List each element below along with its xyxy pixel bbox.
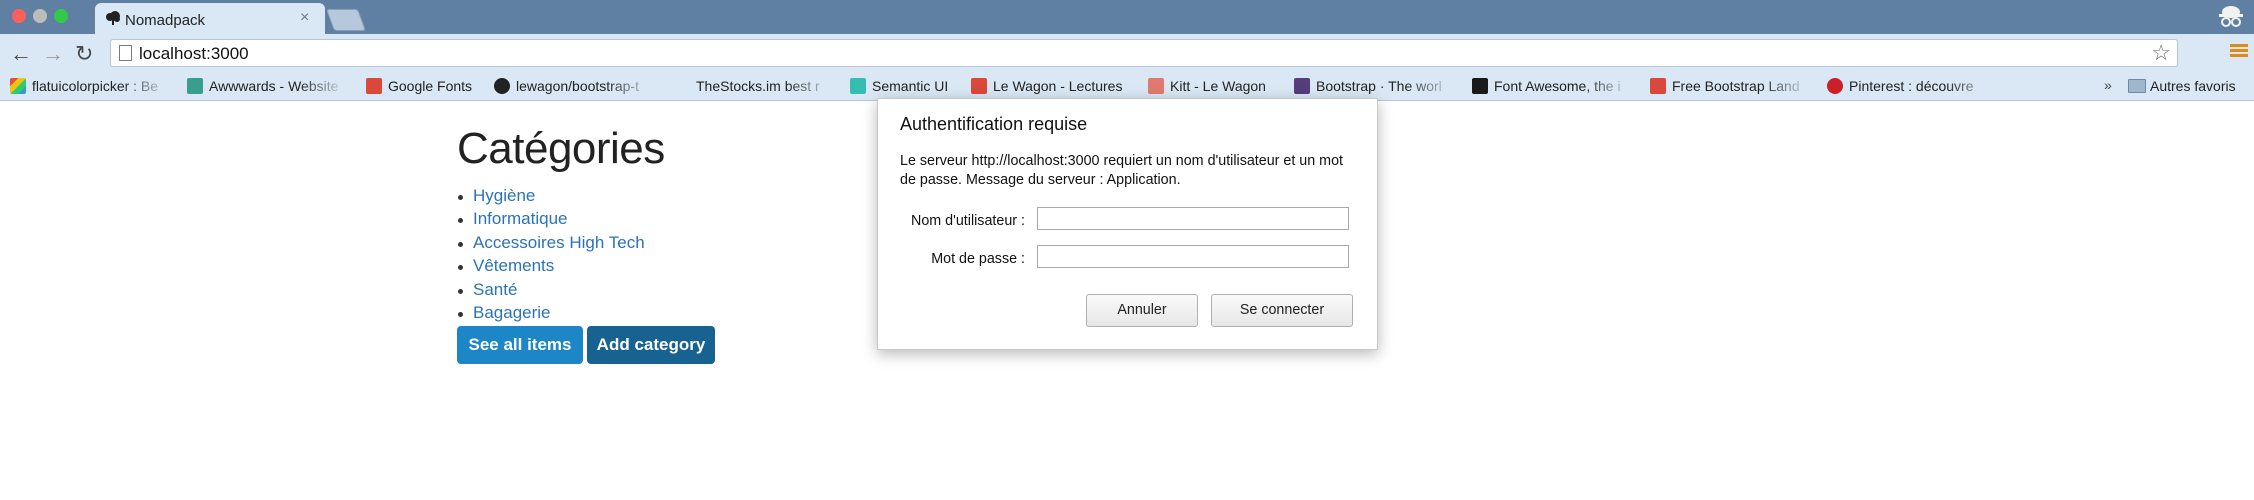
password-field[interactable] <box>1037 245 1349 268</box>
cancel-button[interactable]: Annuler <box>1086 294 1198 327</box>
username-label: Nom d'utilisateur : <box>911 213 1025 229</box>
auth-dialog: Authentification requise Le serveur http… <box>877 98 1378 350</box>
bookmark-label: Semantic UI <box>872 78 949 94</box>
new-tab-button[interactable] <box>325 9 367 31</box>
bookmark-label: Autres favoris <box>2150 78 2236 94</box>
forward-button[interactable]: → <box>42 41 64 67</box>
category-link[interactable]: Hygiène <box>473 186 535 205</box>
browser-toolbar: ← → ↻ localhost:3000 ☆ <box>0 34 2254 72</box>
add-category-button[interactable]: Add category <box>587 326 715 364</box>
reload-button[interactable]: ↻ <box>75 41 93 67</box>
close-window-button[interactable] <box>12 9 26 23</box>
bookmarks-bar: flatuicolorpicker : Be Awwwards - Websit… <box>0 72 2254 101</box>
password-label: Mot de passe : <box>931 251 1025 267</box>
flag-icon <box>1472 78 1488 94</box>
list-item: Informatique <box>457 209 645 232</box>
tab-strip: Nomadpack × <box>0 0 2254 34</box>
bookmark-favicon-icon <box>1650 78 1666 94</box>
list-item: Accessoires High Tech <box>457 233 645 256</box>
bookmark-kitt-le-wagon[interactable]: Kitt - Le Wagon <box>1148 76 1278 96</box>
bookmark-lewagon-bootstrap[interactable]: lewagon/bootstrap-t <box>494 76 654 96</box>
category-link[interactable]: Santé <box>473 280 517 299</box>
category-list: Hygiène Informatique Accessoires High Te… <box>457 186 645 326</box>
username-field[interactable] <box>1037 207 1349 230</box>
bookmark-label: Font Awesome, the i <box>1494 78 1621 94</box>
bookmark-thestocks[interactable]: TheStocks.im best r <box>674 76 834 96</box>
minimize-window-button[interactable] <box>33 9 47 23</box>
incognito-icon <box>2219 6 2243 27</box>
bookmark-label: Kitt - Le Wagon <box>1170 78 1266 94</box>
category-link[interactable]: Vêtements <box>473 256 554 275</box>
login-button[interactable]: Se connecter <box>1211 294 1353 327</box>
category-link[interactable]: Accessoires High Tech <box>473 233 645 252</box>
tab-close-icon[interactable]: × <box>300 9 309 27</box>
bookmark-favicon-icon <box>187 78 203 94</box>
bookmark-label: Pinterest : découvre <box>1849 78 1974 94</box>
bookmark-le-wagon-lectures[interactable]: Le Wagon - Lectures <box>971 76 1131 96</box>
zoom-window-button[interactable] <box>54 9 68 23</box>
bookmark-favicon-icon <box>971 78 987 94</box>
url-text[interactable]: localhost:3000 <box>139 44 249 64</box>
page-icon <box>119 45 132 61</box>
bookmark-label: Le Wagon - Lectures <box>993 78 1123 94</box>
category-link[interactable]: Informatique <box>473 209 568 228</box>
bookmark-label: Awwwards - Website <box>209 78 339 94</box>
bookmark-bootstrap[interactable]: Bootstrap · The worl <box>1294 76 1454 96</box>
bookmark-star-icon[interactable]: ☆ <box>2151 40 2171 66</box>
bookmark-favicon-icon <box>10 78 26 94</box>
category-link[interactable]: Bagagerie <box>473 303 551 322</box>
bookmark-font-awesome[interactable]: Font Awesome, the i <box>1472 76 1632 96</box>
bookmark-google-fonts[interactable]: Google Fonts <box>366 76 486 96</box>
bookmark-label: Google Fonts <box>388 78 473 94</box>
tab-nomadpack[interactable]: Nomadpack × <box>95 3 325 34</box>
bookmark-flatuicolorpicker[interactable]: flatuicolorpicker : Be <box>10 76 170 96</box>
list-item: Hygiène <box>457 186 645 209</box>
github-icon <box>494 78 510 94</box>
list-item: Vêtements <box>457 256 645 279</box>
bookmark-favicon-icon <box>1148 78 1164 94</box>
bookmark-label: TheStocks.im best r <box>696 78 820 94</box>
page-title: Catégories <box>457 124 665 173</box>
bookmark-label: lewagon/bootstrap-t <box>516 78 639 94</box>
back-button[interactable]: ← <box>10 41 32 67</box>
address-bar[interactable]: localhost:3000 ☆ <box>110 39 2178 67</box>
tab-title: Nomadpack <box>125 12 206 29</box>
chrome-menu-icon[interactable] <box>2230 44 2248 58</box>
see-all-items-button[interactable]: See all items <box>457 326 583 364</box>
other-bookmarks-folder[interactable]: Autres favoris <box>2128 76 2250 96</box>
bookmark-favicon-icon <box>850 78 866 94</box>
more-bookmarks-button[interactable]: » <box>2104 77 2112 93</box>
bookmark-label: Free Bootstrap Land <box>1672 78 1800 94</box>
bookmark-favicon-icon <box>366 78 382 94</box>
list-item: Santé <box>457 280 645 303</box>
bookmark-free-bootstrap[interactable]: Free Bootstrap Land <box>1650 76 1810 96</box>
bookmark-awwwards[interactable]: Awwwards - Website <box>187 76 347 96</box>
cloud-tree-icon <box>106 11 120 25</box>
bookmark-favicon-icon <box>1294 78 1310 94</box>
dialog-message: Le serveur http://localhost:3000 requier… <box>900 153 1344 188</box>
bookmark-label: Bootstrap · The worl <box>1316 78 1442 94</box>
bookmark-pinterest[interactable]: Pinterest : découvre <box>1827 76 1997 96</box>
pinterest-icon <box>1827 78 1843 94</box>
dialog-title: Authentification requise <box>900 114 1088 134</box>
folder-icon <box>2128 79 2146 93</box>
bookmark-label: flatuicolorpicker : Be <box>32 78 159 94</box>
bookmark-semantic-ui[interactable]: Semantic UI <box>850 76 955 96</box>
list-item: Bagagerie <box>457 303 645 326</box>
